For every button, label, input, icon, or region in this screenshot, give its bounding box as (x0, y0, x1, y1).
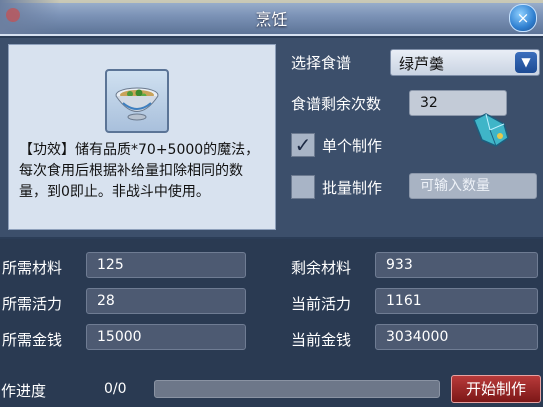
recipe-select-value: 绿芦羹 (399, 55, 445, 73)
batch-craft-label: 批量制作 (322, 179, 383, 197)
remaining-uses-label: 食谱剩余次数 (291, 95, 382, 113)
progress-bar (154, 380, 440, 398)
current-money-field: 3034000 (375, 324, 538, 350)
batch-craft-checkbox[interactable] (291, 175, 315, 199)
required-energy-label: 所需活力 (2, 295, 63, 313)
batch-quantity-input[interactable]: 可输入数量 (409, 173, 537, 199)
item-description: 【功效】储有品质*70+5000的魔法，每次食用后根据补给量扣除相同的数量，到0… (19, 142, 260, 200)
progress-value: 0/0 (104, 381, 127, 397)
close-button[interactable]: × (509, 4, 537, 32)
current-energy-label: 当前活力 (291, 295, 352, 313)
soup-bowl-icon (115, 87, 159, 121)
remaining-material-label: 剩余材料 (291, 259, 352, 277)
window-title: 烹饪 (255, 10, 288, 29)
current-money-label: 当前金钱 (291, 331, 352, 349)
single-craft-checkbox[interactable]: ✓ (291, 133, 315, 157)
gem-icon (473, 113, 509, 147)
remaining-material-field: 933 (375, 252, 538, 278)
chevron-down-icon[interactable]: ▼ (515, 52, 537, 73)
checkmark-icon: ✓ (294, 133, 312, 157)
item-slot[interactable] (105, 69, 169, 133)
title-bar: 烹饪 × (0, 0, 543, 36)
start-craft-button[interactable]: 开始制作 (451, 375, 541, 403)
recipe-select-label: 选择食谱 (291, 54, 352, 72)
recipe-select[interactable]: 绿芦羹 ▼ (390, 49, 540, 76)
progress-label: 制作进度 (0, 382, 47, 400)
required-money-field: 15000 (86, 324, 246, 350)
item-info-panel: 【功效】储有品质*70+5000的魔法，每次食用后根据补给量扣除相同的数量，到0… (8, 44, 276, 230)
title-bar-highlight (0, 0, 543, 3)
required-material-field: 125 (86, 252, 246, 278)
single-craft-label: 单个制作 (322, 137, 383, 155)
required-material-label: 所需材料 (2, 259, 63, 277)
required-money-label: 所需金钱 (2, 331, 63, 349)
current-energy-field: 1161 (375, 288, 538, 314)
required-energy-field: 28 (86, 288, 246, 314)
